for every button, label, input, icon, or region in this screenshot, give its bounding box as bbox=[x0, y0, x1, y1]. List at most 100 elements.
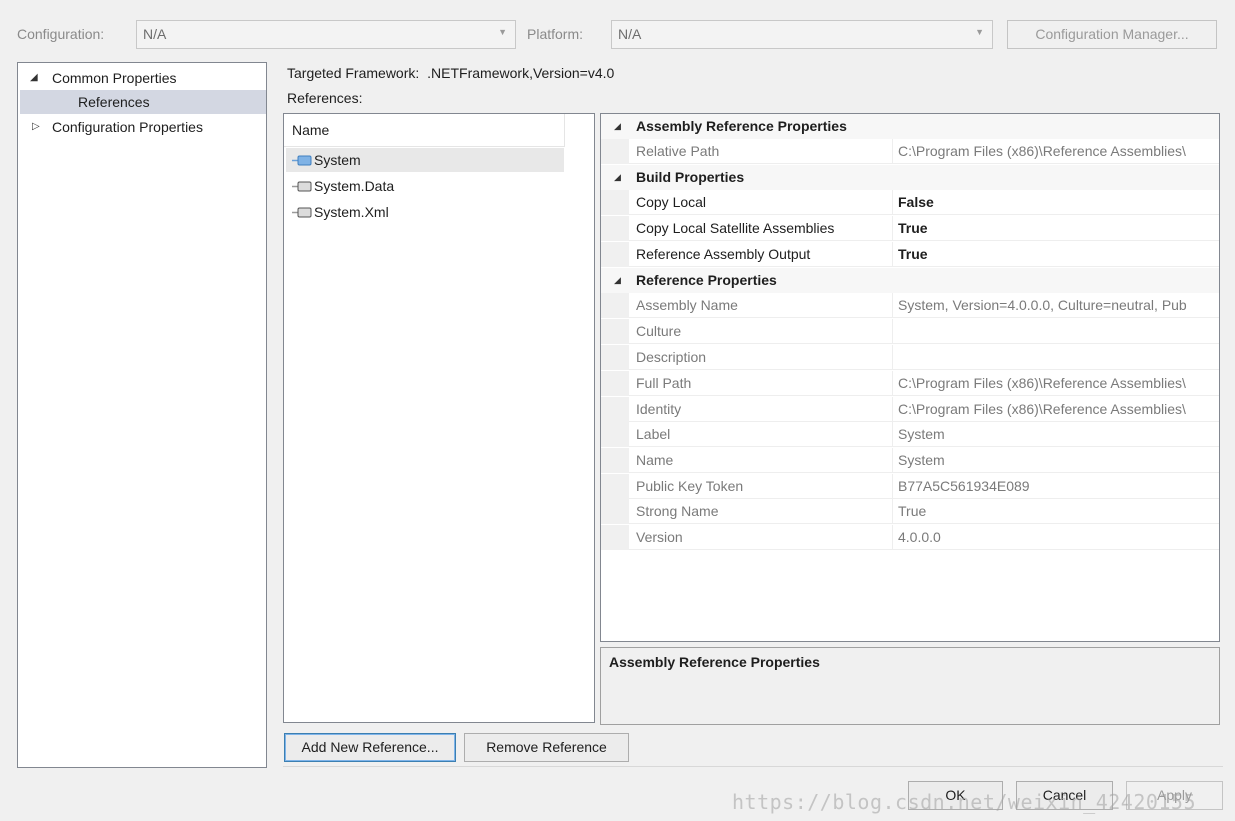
property-value[interactable]: True bbox=[893, 242, 1219, 267]
framework-label: Targeted Framework: bbox=[287, 65, 420, 81]
configuration-manager-button[interactable]: Configuration Manager... bbox=[1007, 20, 1217, 49]
tree-item-references[interactable]: References bbox=[20, 90, 266, 114]
grid-gutter bbox=[601, 139, 629, 164]
chevron-down-icon: ▼ bbox=[498, 27, 507, 37]
property-name: Identity bbox=[629, 397, 893, 422]
property-value[interactable]: C:\Program Files (x86)\Reference Assembl… bbox=[893, 371, 1219, 396]
property-row-description[interactable]: Description bbox=[601, 345, 1219, 370]
grid-gutter bbox=[601, 397, 629, 422]
property-row-name[interactable]: Name System bbox=[601, 448, 1219, 473]
configuration-combo[interactable]: N/A ▼ bbox=[136, 20, 516, 49]
category-label: Build Properties bbox=[636, 169, 745, 185]
property-value[interactable]: True bbox=[893, 499, 1219, 524]
add-new-reference-button[interactable]: Add New Reference... bbox=[284, 733, 456, 762]
triangle-expanded-icon[interactable]: ◢ bbox=[614, 268, 621, 293]
property-pages-tree[interactable]: ◢ Common Properties References ▷ Configu… bbox=[17, 62, 267, 768]
platform-value: N/A bbox=[618, 26, 642, 42]
category-assembly-reference-properties[interactable]: ◢ Assembly Reference Properties bbox=[601, 114, 1219, 139]
property-name: Reference Assembly Output bbox=[629, 242, 893, 267]
grid-gutter bbox=[601, 474, 629, 499]
list-item[interactable]: System bbox=[286, 148, 564, 172]
property-value[interactable]: C:\Program Files (x86)\Reference Assembl… bbox=[893, 397, 1219, 422]
configuration-label: Configuration: bbox=[17, 26, 105, 42]
grid-gutter bbox=[601, 422, 629, 447]
property-name: Assembly Name bbox=[629, 293, 893, 318]
assembly-reference-icon bbox=[292, 207, 312, 218]
references-label: References: bbox=[287, 90, 363, 106]
triangle-expanded-icon[interactable]: ◢ bbox=[614, 114, 621, 139]
property-value[interactable]: False bbox=[893, 190, 1219, 215]
chevron-down-icon: ▼ bbox=[975, 27, 984, 37]
watermark: https://blog.csdn.net/weixin_42420155 bbox=[732, 790, 1197, 814]
property-row-label[interactable]: Label System bbox=[601, 422, 1219, 447]
category-label: Assembly Reference Properties bbox=[636, 118, 847, 134]
property-row-copy-local-satellite[interactable]: Copy Local Satellite Assemblies True bbox=[601, 216, 1219, 241]
grid-gutter bbox=[601, 190, 629, 215]
reference-name: System bbox=[314, 152, 361, 168]
property-row-public-key-token[interactable]: Public Key Token B77A5C561934E089 bbox=[601, 474, 1219, 499]
references-list[interactable]: Name System System.Data System.Xml bbox=[283, 113, 595, 723]
triangle-expanded-icon[interactable]: ◢ bbox=[30, 72, 38, 83]
footer-divider bbox=[283, 766, 1223, 767]
property-row-version[interactable]: Version 4.0.0.0 bbox=[601, 525, 1219, 550]
property-row-strong-name[interactable]: Strong Name True bbox=[601, 499, 1219, 524]
property-row-reference-assembly-output[interactable]: Reference Assembly Output True bbox=[601, 242, 1219, 267]
list-item[interactable]: System.Xml bbox=[286, 200, 564, 224]
property-name: Label bbox=[629, 422, 893, 447]
property-value[interactable] bbox=[893, 345, 1219, 370]
assembly-reference-icon bbox=[292, 155, 312, 166]
property-name: Copy Local bbox=[629, 190, 893, 215]
property-value[interactable]: 4.0.0.0 bbox=[893, 525, 1219, 550]
triangle-expanded-icon[interactable]: ◢ bbox=[614, 165, 621, 190]
grid-gutter bbox=[601, 525, 629, 550]
property-row-assembly-name[interactable]: Assembly Name System, Version=4.0.0.0, C… bbox=[601, 293, 1219, 318]
platform-combo[interactable]: N/A ▼ bbox=[611, 20, 993, 49]
reference-name: System.Data bbox=[314, 178, 395, 194]
framework-value: .NETFramework,Version=v4.0 bbox=[427, 65, 615, 81]
property-row-full-path[interactable]: Full Path C:\Program Files (x86)\Referen… bbox=[601, 371, 1219, 396]
property-name: Relative Path bbox=[629, 139, 893, 164]
property-name: Public Key Token bbox=[629, 474, 893, 499]
property-value[interactable]: System bbox=[893, 422, 1219, 447]
property-value[interactable]: C:\Program Files (x86)\Reference Assembl… bbox=[893, 139, 1219, 164]
category-label: Reference Properties bbox=[636, 272, 777, 288]
category-build-properties[interactable]: ◢ Build Properties bbox=[601, 165, 1219, 190]
remove-reference-button[interactable]: Remove Reference bbox=[464, 733, 629, 762]
column-header-name[interactable]: Name bbox=[284, 114, 565, 147]
property-description-pane: Assembly Reference Properties bbox=[600, 647, 1220, 725]
property-name: Description bbox=[629, 345, 893, 370]
list-item[interactable]: System.Data bbox=[286, 174, 564, 198]
grid-gutter bbox=[601, 371, 629, 396]
property-name: Copy Local Satellite Assemblies bbox=[629, 216, 893, 241]
description-title: Assembly Reference Properties bbox=[609, 654, 820, 670]
property-name: Culture bbox=[629, 319, 893, 344]
grid-gutter bbox=[601, 242, 629, 267]
category-reference-properties[interactable]: ◢ Reference Properties bbox=[601, 268, 1219, 293]
property-value[interactable]: System, Version=4.0.0.0, Culture=neutral… bbox=[893, 293, 1219, 318]
property-row-copy-local[interactable]: Copy Local False bbox=[601, 190, 1219, 215]
property-value[interactable]: System bbox=[893, 448, 1219, 473]
reference-name: System.Xml bbox=[314, 204, 389, 220]
property-row-identity[interactable]: Identity C:\Program Files (x86)\Referenc… bbox=[601, 397, 1219, 422]
property-value[interactable]: B77A5C561934E089 bbox=[893, 474, 1219, 499]
property-row-relative-path[interactable]: Relative Path C:\Program Files (x86)\Ref… bbox=[601, 139, 1219, 164]
grid-gutter bbox=[601, 345, 629, 370]
targeted-framework-label: Targeted Framework: .NETFramework,Versio… bbox=[287, 65, 614, 81]
assembly-reference-icon bbox=[292, 181, 312, 192]
property-grid[interactable]: ◢ Assembly Reference Properties Relative… bbox=[600, 113, 1220, 642]
property-name: Version bbox=[629, 525, 893, 550]
property-value[interactable]: True bbox=[893, 216, 1219, 241]
grid-gutter bbox=[601, 319, 629, 344]
property-name: Strong Name bbox=[629, 499, 893, 524]
platform-label: Platform: bbox=[527, 26, 584, 42]
property-row-culture[interactable]: Culture bbox=[601, 319, 1219, 344]
triangle-collapsed-icon[interactable]: ▷ bbox=[32, 121, 40, 132]
grid-gutter bbox=[601, 448, 629, 473]
grid-gutter bbox=[601, 499, 629, 524]
configuration-value: N/A bbox=[143, 26, 167, 42]
tree-item-common-properties[interactable]: Common Properties bbox=[52, 66, 177, 90]
property-value[interactable] bbox=[893, 319, 1219, 344]
property-name: Full Path bbox=[629, 371, 893, 396]
tree-item-configuration-properties[interactable]: Configuration Properties bbox=[52, 115, 203, 139]
property-name: Name bbox=[629, 448, 893, 473]
